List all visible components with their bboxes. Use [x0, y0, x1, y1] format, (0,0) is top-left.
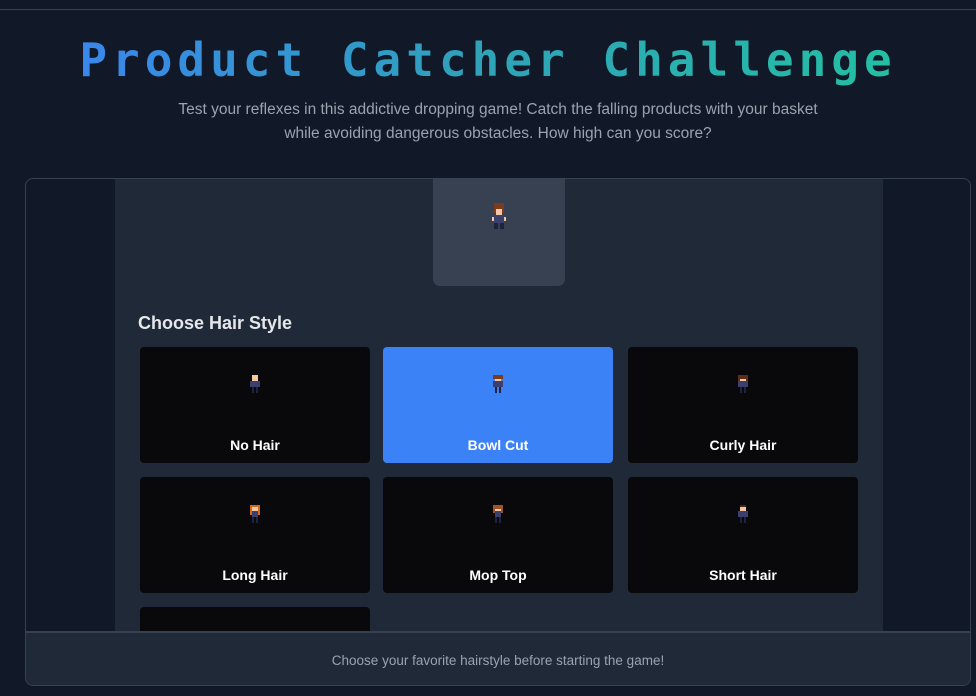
curly-hair-sprite-icon — [738, 375, 748, 393]
long-hair-sprite-icon — [250, 505, 260, 523]
hair-style-heading: Choose Hair Style — [138, 313, 293, 333]
hair-option-long-hair[interactable]: Long Hair — [140, 477, 370, 593]
hair-option-mop-top[interactable]: Mop Top — [383, 477, 613, 593]
no-hair-sprite-icon — [250, 375, 260, 393]
bowl-cut-sprite-icon — [493, 375, 503, 393]
game-panel: Choose Hair Style No Hair Bowl Cut Curly… — [25, 178, 971, 686]
character-customizer: Choose Hair Style No Hair Bowl Cut Curly… — [115, 179, 883, 685]
character-preview — [433, 179, 565, 286]
hair-option-label: Long Hair — [222, 567, 288, 583]
hair-option-label: Short Hair — [709, 567, 777, 583]
page-subtitle: Test your reflexes in this addictive dro… — [178, 101, 818, 142]
hair-option-curly-hair[interactable]: Curly Hair — [628, 347, 858, 463]
footer-bar: Choose your favorite hairstyle before st… — [26, 631, 970, 685]
mop-top-sprite-icon — [493, 505, 503, 523]
hair-option-label: Curly Hair — [709, 437, 777, 453]
page-title: Product Catcher Challenge — [0, 30, 976, 90]
hair-option-label: Bowl Cut — [467, 437, 529, 453]
footer-hint: Choose your favorite hairstyle before st… — [331, 653, 665, 668]
character-preview-sprite — [492, 203, 506, 229]
short-hair-sprite-icon — [738, 505, 748, 523]
top-divider — [0, 9, 976, 10]
hair-option-bowl-cut[interactable]: Bowl Cut — [383, 347, 613, 463]
hair-option-no-hair[interactable]: No Hair — [140, 347, 370, 463]
hair-option-label: Mop Top — [469, 567, 527, 583]
hair-option-short-hair[interactable]: Short Hair — [628, 477, 858, 593]
hair-option-label: No Hair — [230, 437, 280, 453]
